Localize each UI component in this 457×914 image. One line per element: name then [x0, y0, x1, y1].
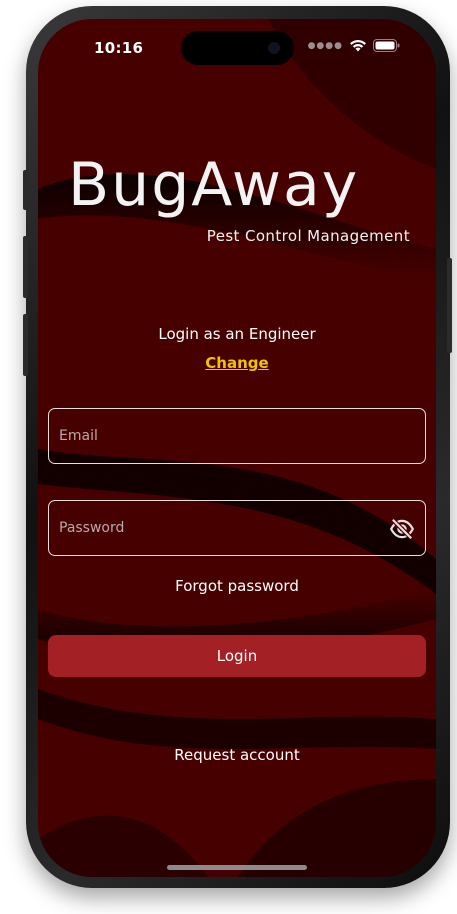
- email-field[interactable]: [48, 408, 426, 464]
- front-camera: [268, 42, 280, 54]
- status-time: 10:16: [94, 39, 144, 57]
- app-screen: 10:16 ●●●● BugAway Pest Control Manageme…: [38, 19, 436, 877]
- volume-up-button: [23, 236, 28, 298]
- power-button: [447, 258, 452, 353]
- request-account-link[interactable]: Request account: [38, 746, 436, 764]
- cellular-signal-icon: ●●●●: [307, 40, 343, 51]
- home-indicator[interactable]: [167, 865, 307, 870]
- volume-down-button: [23, 314, 28, 376]
- logo-title: BugAway: [68, 150, 360, 220]
- password-field[interactable]: [48, 500, 426, 556]
- battery-icon: [373, 39, 400, 52]
- change-role-link[interactable]: Change: [38, 354, 436, 372]
- dynamic-island: [181, 31, 294, 65]
- logo-subtitle: Pest Control Management: [206, 227, 410, 245]
- forgot-password-link[interactable]: Forgot password: [38, 577, 436, 595]
- status-icons: ●●●●: [308, 39, 400, 52]
- status-bar: 10:16 ●●●●: [38, 19, 436, 75]
- eye-off-icon[interactable]: [389, 516, 415, 542]
- password-input[interactable]: [49, 501, 425, 555]
- email-input[interactable]: [49, 409, 425, 463]
- login-role-text: Login as an Engineer: [158, 325, 316, 343]
- login-button[interactable]: Login: [48, 635, 426, 677]
- action-button: [23, 170, 28, 210]
- wifi-icon: [350, 39, 366, 52]
